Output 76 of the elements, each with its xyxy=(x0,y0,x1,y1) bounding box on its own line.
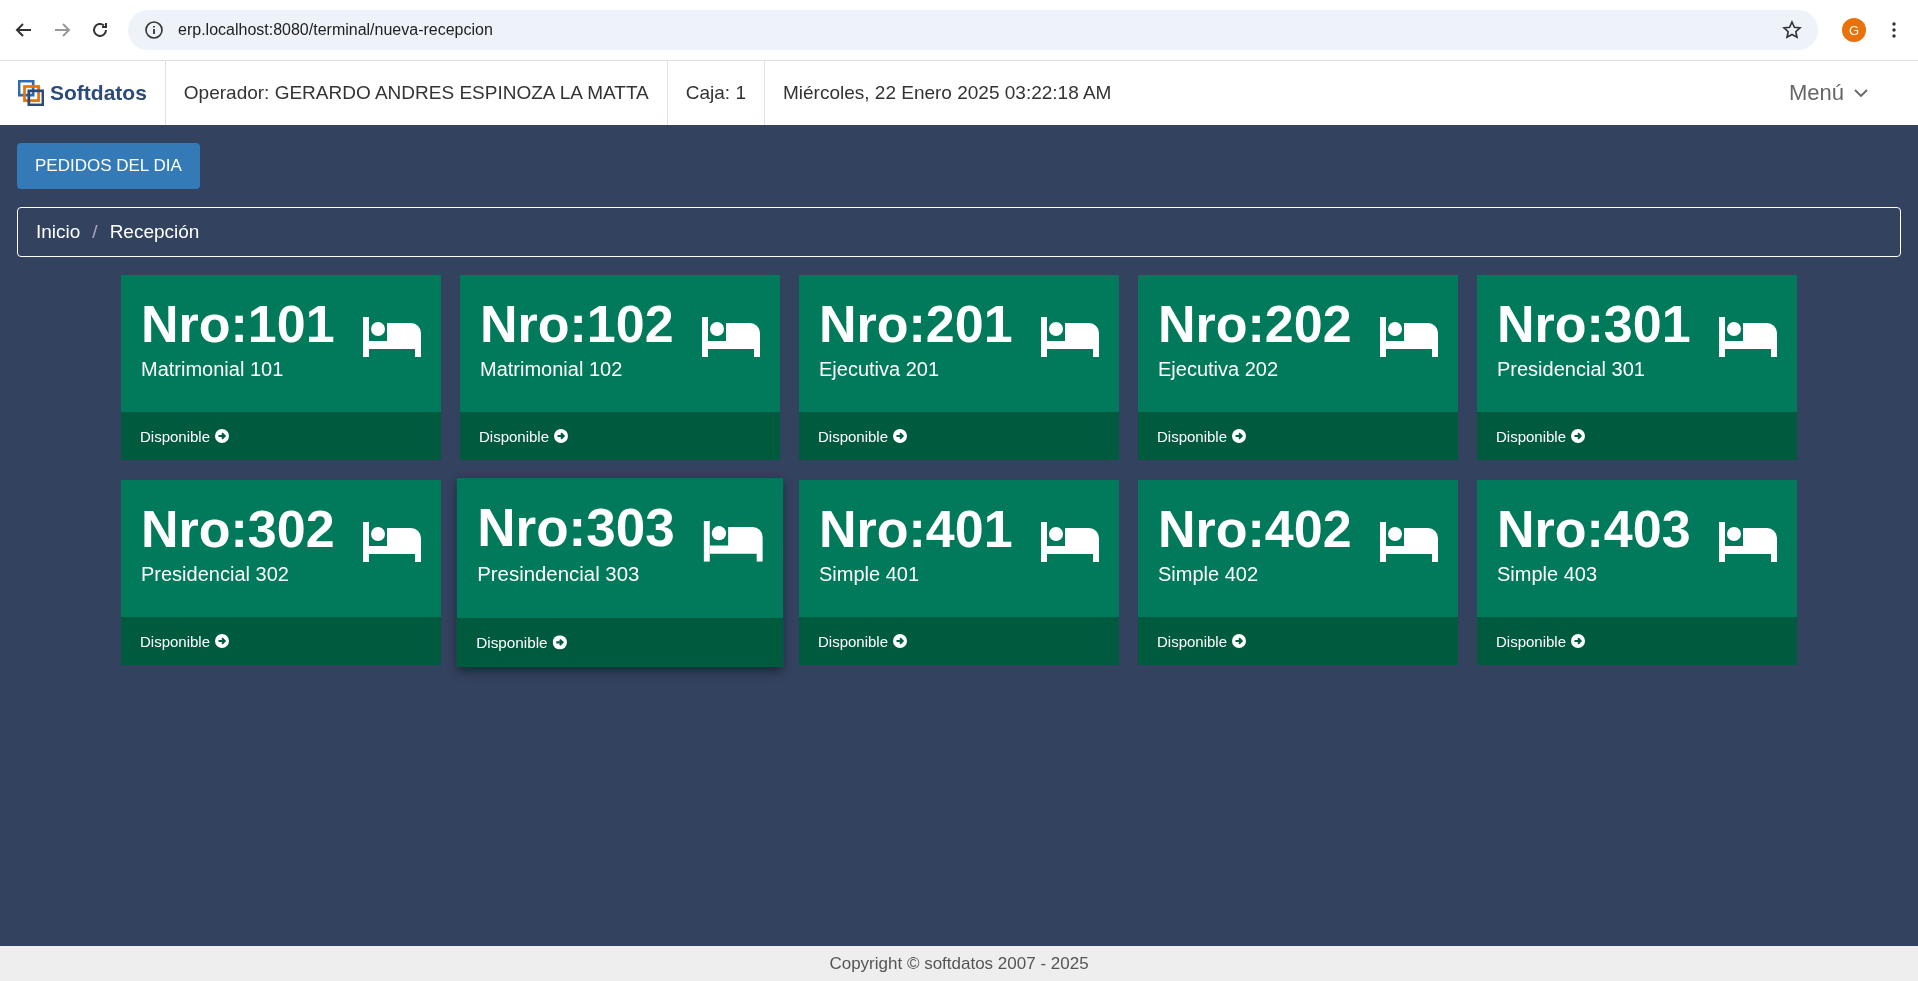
arrow-circle-icon xyxy=(1232,634,1247,648)
logo-icon xyxy=(18,80,44,106)
room-number: Nro:102 xyxy=(480,297,674,352)
address-bar[interactable]: erp.localhost:8080/terminal/nueva-recepcion xyxy=(128,10,1818,50)
bed-icon xyxy=(363,317,421,357)
room-card[interactable]: Nro:403 Simple 403 Disponible xyxy=(1477,480,1797,665)
arrow-circle-icon xyxy=(215,429,230,443)
reload-icon[interactable] xyxy=(90,20,110,40)
arrow-circle-icon xyxy=(893,634,908,648)
room-name: Simple 402 xyxy=(1158,562,1260,586)
arrow-circle-icon xyxy=(1232,429,1247,443)
room-card[interactable]: Nro:401 Simple 401 Disponible xyxy=(799,480,1119,665)
room-name: Presidencial 302 xyxy=(141,562,290,586)
room-status: Disponible xyxy=(140,632,211,650)
info-icon[interactable] xyxy=(144,20,164,40)
arrow-circle-icon xyxy=(552,635,567,650)
room-card[interactable]: Nro:101 Matrimonial 101 Disponible xyxy=(121,275,441,460)
room-name: Presidencial 301 xyxy=(1497,357,1646,381)
room-card[interactable]: Nro:303 Presindencial 303 Disponible xyxy=(456,478,784,667)
room-number: Nro:401 xyxy=(819,502,1013,557)
arrow-circle-icon xyxy=(554,429,569,443)
room-name: Ejecutiva 201 xyxy=(819,357,941,381)
room-status: Disponible xyxy=(140,427,211,445)
bed-icon xyxy=(1041,317,1099,357)
breadcrumb-separator: / xyxy=(92,221,98,243)
room-name: Matrimonial 102 xyxy=(480,357,624,381)
room-name: Simple 401 xyxy=(819,562,921,586)
room-status: Disponible xyxy=(1496,632,1567,650)
room-number: Nro:302 xyxy=(141,502,335,557)
room-number: Nro:403 xyxy=(1497,502,1691,557)
bed-icon xyxy=(1719,522,1777,562)
room-card[interactable]: Nro:201 Ejecutiva 201 Disponible xyxy=(799,275,1119,460)
room-card[interactable]: Nro:402 Simple 402 Disponible xyxy=(1138,480,1458,665)
arrow-circle-icon xyxy=(1571,429,1586,443)
room-status: Disponible xyxy=(1157,427,1228,445)
room-status: Disponible xyxy=(818,632,889,650)
room-card[interactable]: Nro:102 Matrimonial 102 Disponible xyxy=(460,275,780,460)
bed-icon xyxy=(703,521,763,562)
room-status: Disponible xyxy=(1157,632,1228,650)
room-number: Nro:301 xyxy=(1497,297,1691,352)
room-number: Nro:201 xyxy=(819,297,1013,352)
bed-icon xyxy=(363,522,421,562)
breadcrumb-item[interactable]: Inicio xyxy=(36,221,81,243)
room-number: Nro:402 xyxy=(1158,502,1352,557)
orders-button[interactable]: PEDIDOS DEL DIA xyxy=(17,143,200,189)
arrow-circle-icon xyxy=(215,634,230,648)
room-status: Disponible xyxy=(476,633,548,652)
room-card[interactable]: Nro:202 Ejecutiva 202 Disponible xyxy=(1138,275,1458,460)
room-name: Presindencial 303 xyxy=(477,562,641,586)
menu-dropdown[interactable]: Menú xyxy=(1770,61,1918,125)
bed-icon xyxy=(1041,522,1099,562)
star-icon[interactable] xyxy=(1782,20,1802,40)
room-status: Disponible xyxy=(818,427,889,445)
bed-icon xyxy=(702,317,760,357)
room-status: Disponible xyxy=(1496,427,1567,445)
chevron-down-icon xyxy=(1854,88,1868,98)
logo-text: Softdatos xyxy=(50,81,147,105)
room-number: Nro:303 xyxy=(477,500,675,557)
room-card[interactable]: Nro:302 Presidencial 302 Disponible xyxy=(121,480,441,665)
bed-icon xyxy=(1380,522,1438,562)
room-name: Matrimonial 101 xyxy=(141,357,285,381)
bed-icon xyxy=(1719,317,1777,357)
room-name: Simple 403 xyxy=(1497,562,1599,586)
date-time: Miércoles, 22 Enero 2025 03:22:18 AM xyxy=(781,81,1113,105)
bed-icon xyxy=(1380,317,1438,357)
room-name: Ejecutiva 202 xyxy=(1158,357,1280,381)
room-number: Nro:101 xyxy=(141,297,335,352)
arrow-circle-icon xyxy=(1571,634,1586,648)
breadcrumb-item[interactable]: Recepción xyxy=(109,221,200,243)
operator-label: Operador: GERARDO ANDRES ESPINOZA LA MATTA xyxy=(165,61,668,125)
room-card[interactable]: Nro:301 Presidencial 301 Disponible xyxy=(1477,275,1797,460)
copyright-text: Copyright © softdatos 2007 - 2025 xyxy=(829,953,1089,974)
room-status: Disponible xyxy=(479,427,550,445)
register-label: Caja: 1 xyxy=(667,61,765,125)
room-number: Nro:202 xyxy=(1158,297,1352,352)
arrow-circle-icon xyxy=(893,429,908,443)
